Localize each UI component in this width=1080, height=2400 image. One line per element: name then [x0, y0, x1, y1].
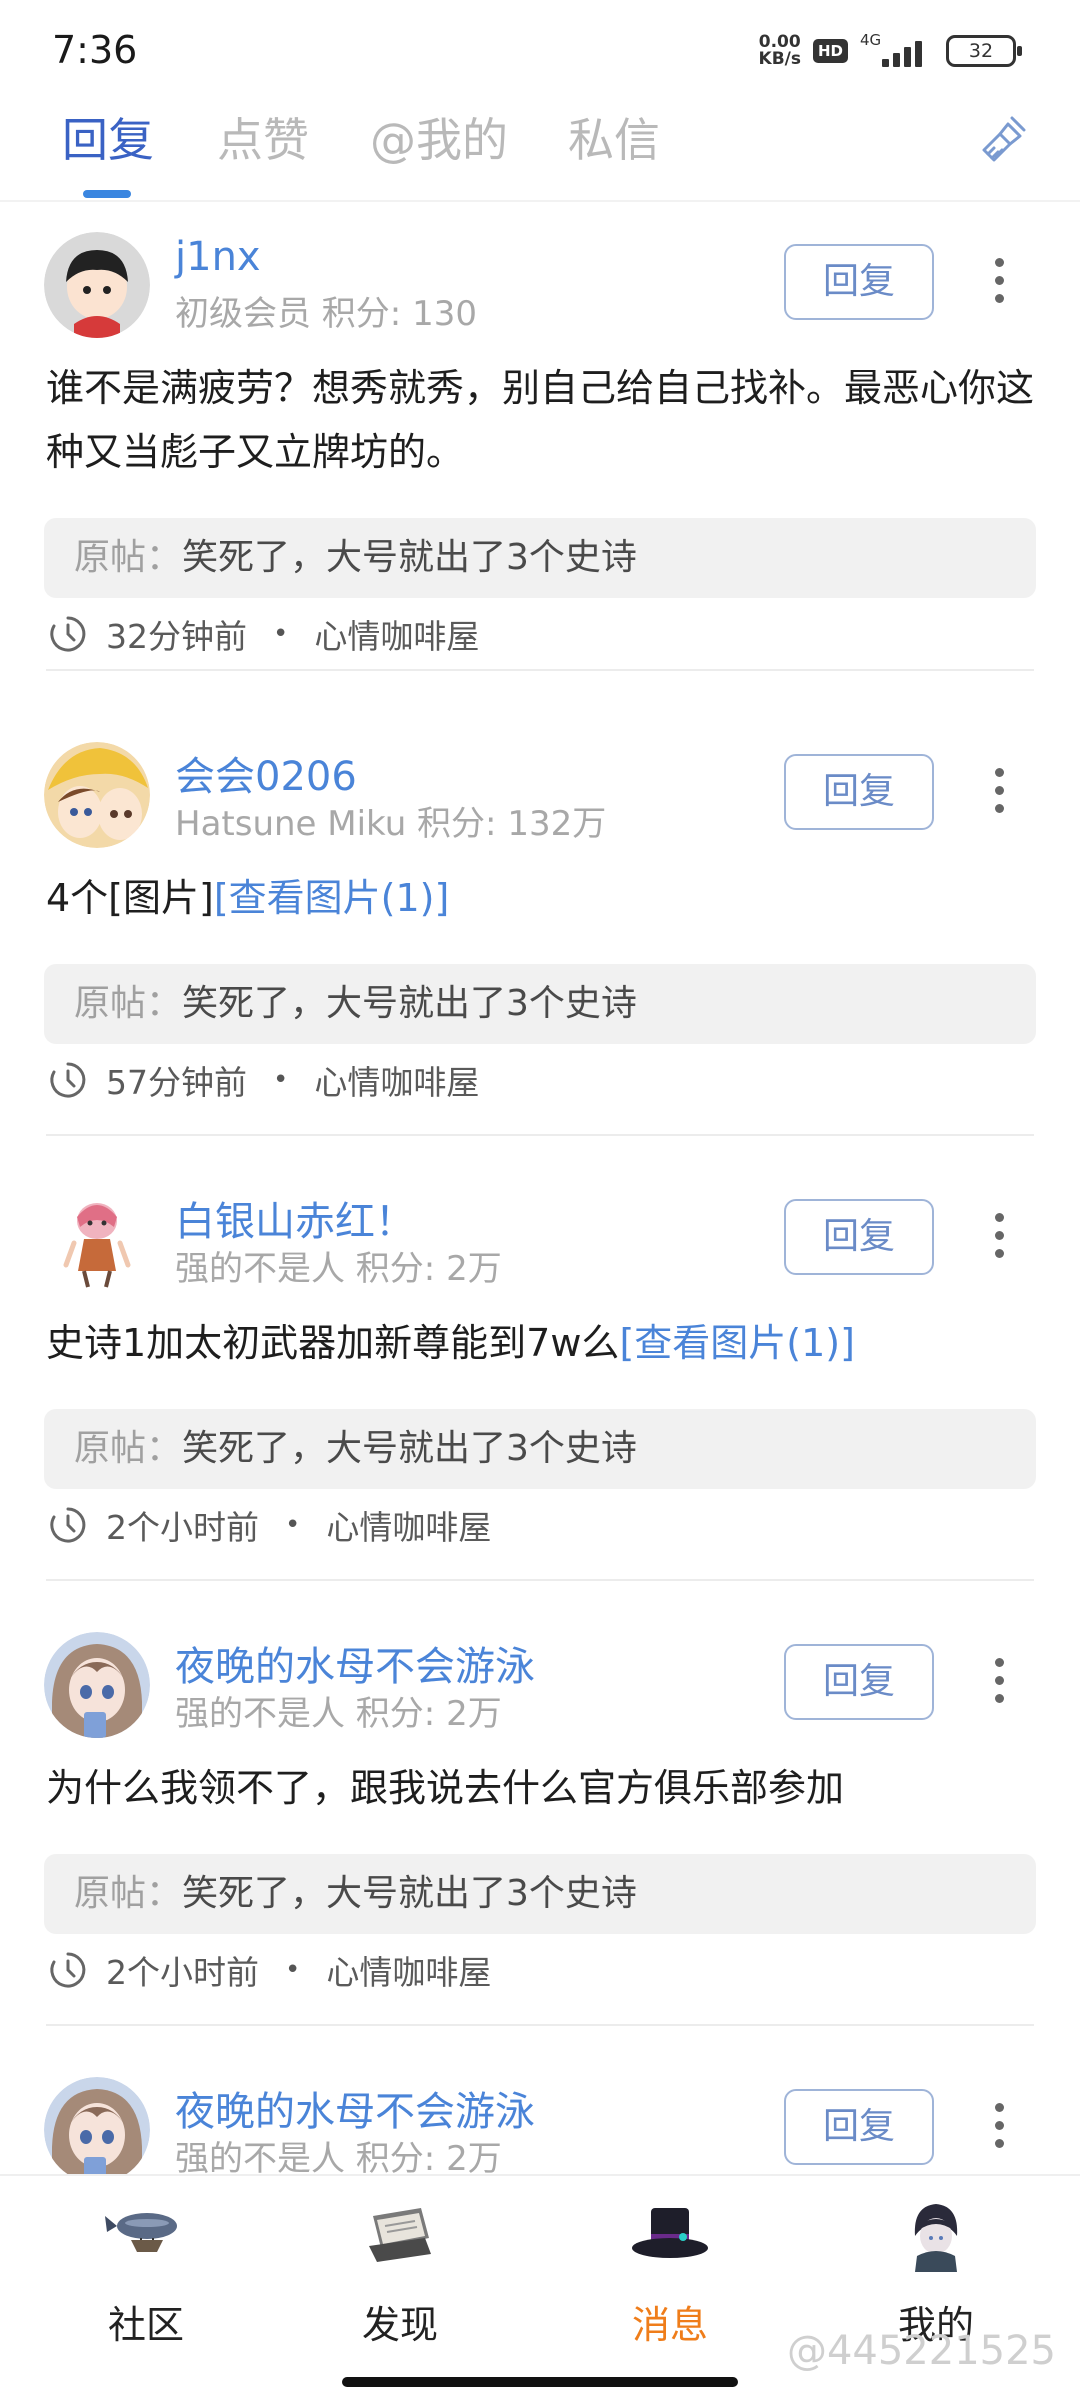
divider: [46, 2024, 1034, 2026]
forum-name[interactable]: 心情咖啡屋: [314, 1056, 479, 1104]
avatar[interactable]: [44, 232, 150, 338]
hd-icon: HD: [812, 39, 848, 63]
separator-dot: •: [285, 1955, 301, 1985]
original-post[interactable]: 原帖：笑死了，大号就出了3个史诗: [44, 518, 1036, 598]
reply-button[interactable]: 回复: [784, 754, 934, 830]
reply-card: j1nx 初级会员 积分: 130 回复 谁不是满疲劳？想秀就秀，别自己给自己找…: [0, 204, 1080, 671]
reply-time: 2个小时前: [106, 1508, 259, 1547]
username[interactable]: 夜晚的水母不会游泳: [175, 2079, 535, 2137]
avatar[interactable]: [44, 1632, 150, 1738]
original-post[interactable]: 原帖：笑死了，大号就出了3个史诗: [44, 1854, 1036, 1934]
status-bar: 7:36 0.00 KB/s HD 4G 32: [0, 0, 1080, 90]
user-meta: 初级会员 积分: 130: [175, 294, 477, 334]
clock-icon: [50, 1507, 86, 1543]
divider: [46, 669, 1034, 671]
tab-indicator: [83, 190, 131, 198]
scroll-book-icon: [369, 2208, 431, 2262]
forum-name[interactable]: 心情咖啡屋: [326, 1946, 491, 1994]
message-tabs: 回复 点赞 @我的 私信: [0, 90, 1080, 202]
more-icon[interactable]: [992, 2103, 1006, 2153]
reply-card: 白银山赤红！ 强的不是人 积分: 2万 回复 史诗1加太初武器加新尊能到7w么[…: [0, 1159, 1080, 1604]
reply-content: 史诗1加太初武器加新尊能到7w么[查看图片(1)]: [46, 1321, 855, 1365]
reply-time: 2个小时前: [106, 1953, 259, 1992]
username[interactable]: 夜晚的水母不会游泳: [175, 1634, 535, 1692]
user-meta: 强的不是人 积分: 2万: [175, 2139, 502, 2174]
reply-button[interactable]: 回复: [784, 244, 934, 320]
tab-likes[interactable]: 点赞: [217, 104, 309, 170]
reply-button[interactable]: 回复: [784, 2089, 934, 2165]
reply-feed: j1nx 初级会员 积分: 130 回复 谁不是满疲劳？想秀就秀，别自己给自己找…: [0, 204, 1080, 2174]
reply-card: 夜晚的水母不会游泳 强的不是人 积分: 2万 回复 为什么我领不了，跟我说去什么…: [0, 1604, 1080, 2049]
separator-dot: •: [273, 1065, 289, 1095]
avatar[interactable]: [44, 742, 150, 848]
username[interactable]: 会会0206: [175, 744, 357, 802]
reply-meta: 57分钟前 • 心情咖啡屋: [48, 1058, 479, 1102]
original-post-label: 原帖：: [74, 1428, 183, 1469]
tab-private-messages[interactable]: 私信: [568, 104, 660, 170]
divider: [46, 1579, 1034, 1581]
reply-time: 57分钟前: [106, 1063, 247, 1102]
status-icons: 0.00 KB/s HD 4G 32: [758, 28, 1022, 74]
reply-meta: 2个小时前 • 心情咖啡屋: [48, 1948, 491, 1992]
nav-label: 社区: [107, 2303, 184, 2347]
nav-label: 发现: [361, 2303, 438, 2347]
original-post-title: 笑死了，大号就出了3个史诗: [182, 1873, 637, 1914]
original-post-label: 原帖：: [74, 537, 183, 578]
reply-content: 谁不是满疲劳？想秀就秀，别自己给自己找补。最恶心你这种又当彪子又立牌坊的。: [46, 366, 1035, 474]
avatar[interactable]: [44, 2077, 150, 2174]
original-post[interactable]: 原帖：笑死了，大号就出了3个史诗: [44, 964, 1036, 1044]
signal-icon: 4G: [860, 31, 934, 71]
battery-icon: 32: [946, 35, 1022, 67]
more-icon[interactable]: [992, 258, 1006, 308]
original-post-title: 笑死了，大号就出了3个史诗: [182, 537, 637, 578]
divider: [46, 1134, 1034, 1136]
net-speed: 0.00 KB/s: [758, 32, 801, 69]
character-icon: [914, 2204, 958, 2272]
reply-content: 4个[图片][查看图片(1)]: [46, 876, 450, 920]
nav-messages[interactable]: 消息: [580, 2196, 760, 2366]
status-time: 7:36: [52, 28, 138, 72]
broom-icon[interactable]: [974, 110, 1034, 170]
original-post-title: 笑死了，大号就出了3个史诗: [182, 983, 637, 1024]
top-hat-icon: [632, 2208, 708, 2258]
tab-reply[interactable]: 回复: [62, 104, 154, 170]
reply-content: 为什么我领不了，跟我说去什么官方俱乐部参加: [46, 1766, 845, 1810]
username[interactable]: j1nx: [175, 234, 261, 280]
reply-card: 会会0206 Hatsune Miku 积分: 132万 回复 4个[图片][查…: [0, 714, 1080, 1159]
reply-time: 32分钟前: [106, 617, 247, 656]
home-indicator[interactable]: [342, 2377, 738, 2387]
more-icon[interactable]: [992, 1213, 1006, 1263]
nav-discover[interactable]: 发现: [310, 2196, 490, 2366]
original-post-label: 原帖：: [74, 983, 183, 1024]
airship-icon: [105, 2213, 177, 2252]
reply-button[interactable]: 回复: [784, 1644, 934, 1720]
clock-icon: [50, 1062, 86, 1098]
reply-button[interactable]: 回复: [784, 1199, 934, 1275]
more-icon[interactable]: [992, 1658, 1006, 1708]
more-icon[interactable]: [992, 768, 1006, 818]
reply-meta: 32分钟前 • 心情咖啡屋: [48, 612, 479, 656]
forum-name[interactable]: 心情咖啡屋: [314, 610, 479, 658]
clock-icon: [50, 1952, 86, 1988]
user-meta: 强的不是人 积分: 2万: [175, 1249, 502, 1289]
clock-icon: [50, 616, 86, 652]
nav-community[interactable]: 社区: [56, 2196, 236, 2366]
user-meta: 强的不是人 积分: 2万: [175, 1694, 502, 1734]
reply-meta: 2个小时前 • 心情咖啡屋: [48, 1503, 491, 1547]
username[interactable]: 白银山赤红！: [175, 1189, 415, 1247]
tab-mentions[interactable]: @我的: [370, 104, 508, 170]
nav-label: 消息: [631, 2303, 708, 2347]
user-meta: Hatsune Miku 积分: 132万: [175, 804, 607, 844]
separator-dot: •: [285, 1510, 301, 1540]
forum-name[interactable]: 心情咖啡屋: [326, 1501, 491, 1549]
view-image-link[interactable]: [查看图片(1)]: [619, 1321, 854, 1365]
original-post[interactable]: 原帖：笑死了，大号就出了3个史诗: [44, 1409, 1036, 1489]
watermark: @445221525: [786, 2328, 1056, 2374]
original-post-title: 笑死了，大号就出了3个史诗: [182, 1428, 637, 1469]
original-post-label: 原帖：: [74, 1873, 183, 1914]
avatar[interactable]: [44, 1187, 150, 1293]
separator-dot: •: [273, 619, 289, 649]
view-image-link[interactable]: [查看图片(1)]: [214, 876, 449, 920]
reply-card: 夜晚的水母不会游泳 强的不是人 积分: 2万 回复: [0, 2049, 1080, 2174]
